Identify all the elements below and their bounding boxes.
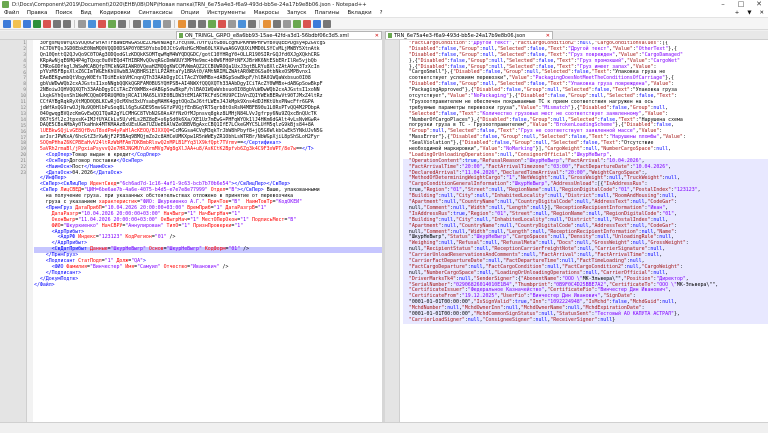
open-file-icon[interactable] xyxy=(13,19,21,28)
word-wrap-icon[interactable] xyxy=(188,19,196,28)
zoom-out-icon[interactable] xyxy=(163,19,171,28)
menu-item-11[interactable]: Вкладки xyxy=(343,10,375,16)
menu-item-8[interactable]: Макросы xyxy=(250,10,283,16)
window-titlebar: D:\Docs\Component\2019\Document\2020\EHB… xyxy=(0,0,768,9)
close-icon[interactable] xyxy=(43,19,51,28)
menu-item-3[interactable]: Вид xyxy=(77,10,96,16)
close-all-icon[interactable] xyxy=(53,19,61,28)
indent-guide-icon[interactable] xyxy=(208,19,216,28)
tab-left-label: ON_TRINGL_GRPO_e8a6bb93-15ae-42fd-a3d1-5… xyxy=(185,32,349,39)
menu-item-12[interactable]: ? xyxy=(376,10,387,16)
tab-bar-left: ON_TRINGL_GRPO_e8a6bb93-15ae-42fd-a3d1-5… xyxy=(0,31,382,40)
paste-icon[interactable] xyxy=(98,19,106,28)
fold-margin[interactable] xyxy=(27,40,33,422)
editor-pane-left: ON_TRINGL_GRPO_e8a6bb93-15ae-42fd-a3d1-5… xyxy=(0,31,382,422)
menu-right-button-1[interactable]: ▼ xyxy=(743,10,755,16)
toolbar-separator xyxy=(259,19,260,28)
menu-item-2[interactable]: Поиск xyxy=(51,10,76,16)
status-bar xyxy=(0,422,768,433)
tab-right-label: TRN_6e75a4e3-f6a9-493d-bb5e-24a17b9e8b06… xyxy=(394,32,526,39)
window-title: D:\Docs\Component\2019\Document\2020\EHB… xyxy=(12,1,367,8)
line-numbers-left: 1 2 3 4 5 6 7 8 9 10 11 12 13 14 15 16 17 18 19 20 21 22 23 xyxy=(0,41,26,177)
line-number-gutter-right xyxy=(385,40,400,422)
toolbar-separator xyxy=(74,19,75,28)
print-icon[interactable] xyxy=(63,19,71,28)
copy-icon[interactable] xyxy=(88,19,96,28)
save-macro-icon[interactable] xyxy=(313,19,321,28)
replace-icon[interactable] xyxy=(143,19,151,28)
saved-file-icon xyxy=(179,33,183,38)
cut-icon[interactable] xyxy=(78,19,86,28)
undo-icon[interactable] xyxy=(108,19,116,28)
tab-right-json-file[interactable]: TRN_6e75a4e3-f6a9-493d-bb5e-24a17b9e8b06… xyxy=(385,31,553,39)
menu-item-7[interactable]: Инструменты xyxy=(203,10,250,16)
code-area-left[interactable]: 30FgsMQsWYQXSVUQ0GFwYAYTFBaWEMwGASUEZCMw… xyxy=(34,41,382,422)
save-all-icon[interactable] xyxy=(33,19,41,28)
tab-left-xml-file[interactable]: ON_TRINGL_GRPO_e8a6bb93-15ae-42fd-a3d1-5… xyxy=(176,31,382,39)
close-window-button[interactable]: ✕ xyxy=(750,0,768,9)
line-number: 23 xyxy=(20,170,26,176)
menu-item-0[interactable]: Файл xyxy=(0,10,23,16)
monitoring-icon[interactable] xyxy=(263,19,271,28)
folder-workspace-icon[interactable] xyxy=(248,19,256,28)
minimize-button[interactable]: – xyxy=(714,0,732,9)
spell-icon[interactable] xyxy=(323,19,331,28)
menu-bar: Файл Правка Поиск Вид Кодировки Синтаксисы Опц… xyxy=(0,9,768,18)
tab-bar-right: TRN_6e75a4e3-f6a9-493d-bb5e-24a17b9e8b06… xyxy=(385,31,768,40)
toolbar-separator xyxy=(174,19,175,28)
code-line[interactable]: </Файл> xyxy=(34,282,382,289)
code-line[interactable]: "CarrierLoadSigner":null,"ConsigneeSigne… xyxy=(403,317,768,324)
run-macro-icon[interactable] xyxy=(303,19,311,28)
menu-item-10[interactable]: Плагины xyxy=(311,10,344,16)
record-macro-icon[interactable] xyxy=(273,19,281,28)
menu-item-9[interactable]: Запуск xyxy=(283,10,311,16)
doc-map-icon[interactable] xyxy=(228,19,236,28)
show-all-chars-icon[interactable] xyxy=(198,19,206,28)
sync-scroll-icon[interactable] xyxy=(178,19,186,28)
maximize-button[interactable]: □ xyxy=(732,0,750,9)
menu-item-1[interactable]: Правка xyxy=(23,10,52,16)
toolbar-separator xyxy=(129,19,130,28)
lang-icon[interactable] xyxy=(218,19,226,28)
close-tab-icon[interactable]: ✕ xyxy=(373,33,379,39)
save-icon[interactable] xyxy=(23,19,31,28)
play-macro-icon[interactable] xyxy=(293,19,301,28)
menu-right-button-0[interactable]: + xyxy=(731,10,744,16)
new-file-icon[interactable] xyxy=(3,19,11,28)
menu-item-5[interactable]: Синтаксисы xyxy=(134,10,176,16)
menu-right-controls: + ▼ ✕ xyxy=(731,10,768,16)
notepadpp-app-icon xyxy=(2,1,9,8)
function-list-icon[interactable] xyxy=(238,19,246,28)
menu-item-6[interactable]: Опции xyxy=(177,10,203,16)
stop-macro-icon[interactable] xyxy=(283,19,291,28)
editor-pane-right: TRN_6e75a4e3-f6a9-493d-bb5e-24a17b9e8b06… xyxy=(385,31,768,422)
menu-right-button-2[interactable]: ✕ xyxy=(755,10,768,16)
saved-file-icon xyxy=(388,33,392,38)
code-area-right[interactable]: "FactCargoCondition":"Другой текст","Fac… xyxy=(403,41,768,422)
find-icon[interactable] xyxy=(133,19,141,28)
redo-icon[interactable] xyxy=(118,19,126,28)
close-tab-icon[interactable]: ✕ xyxy=(544,33,550,39)
menu-item-4[interactable]: Кодировки xyxy=(95,10,134,16)
zoom-in-icon[interactable] xyxy=(153,19,161,28)
toolbar xyxy=(0,18,768,30)
